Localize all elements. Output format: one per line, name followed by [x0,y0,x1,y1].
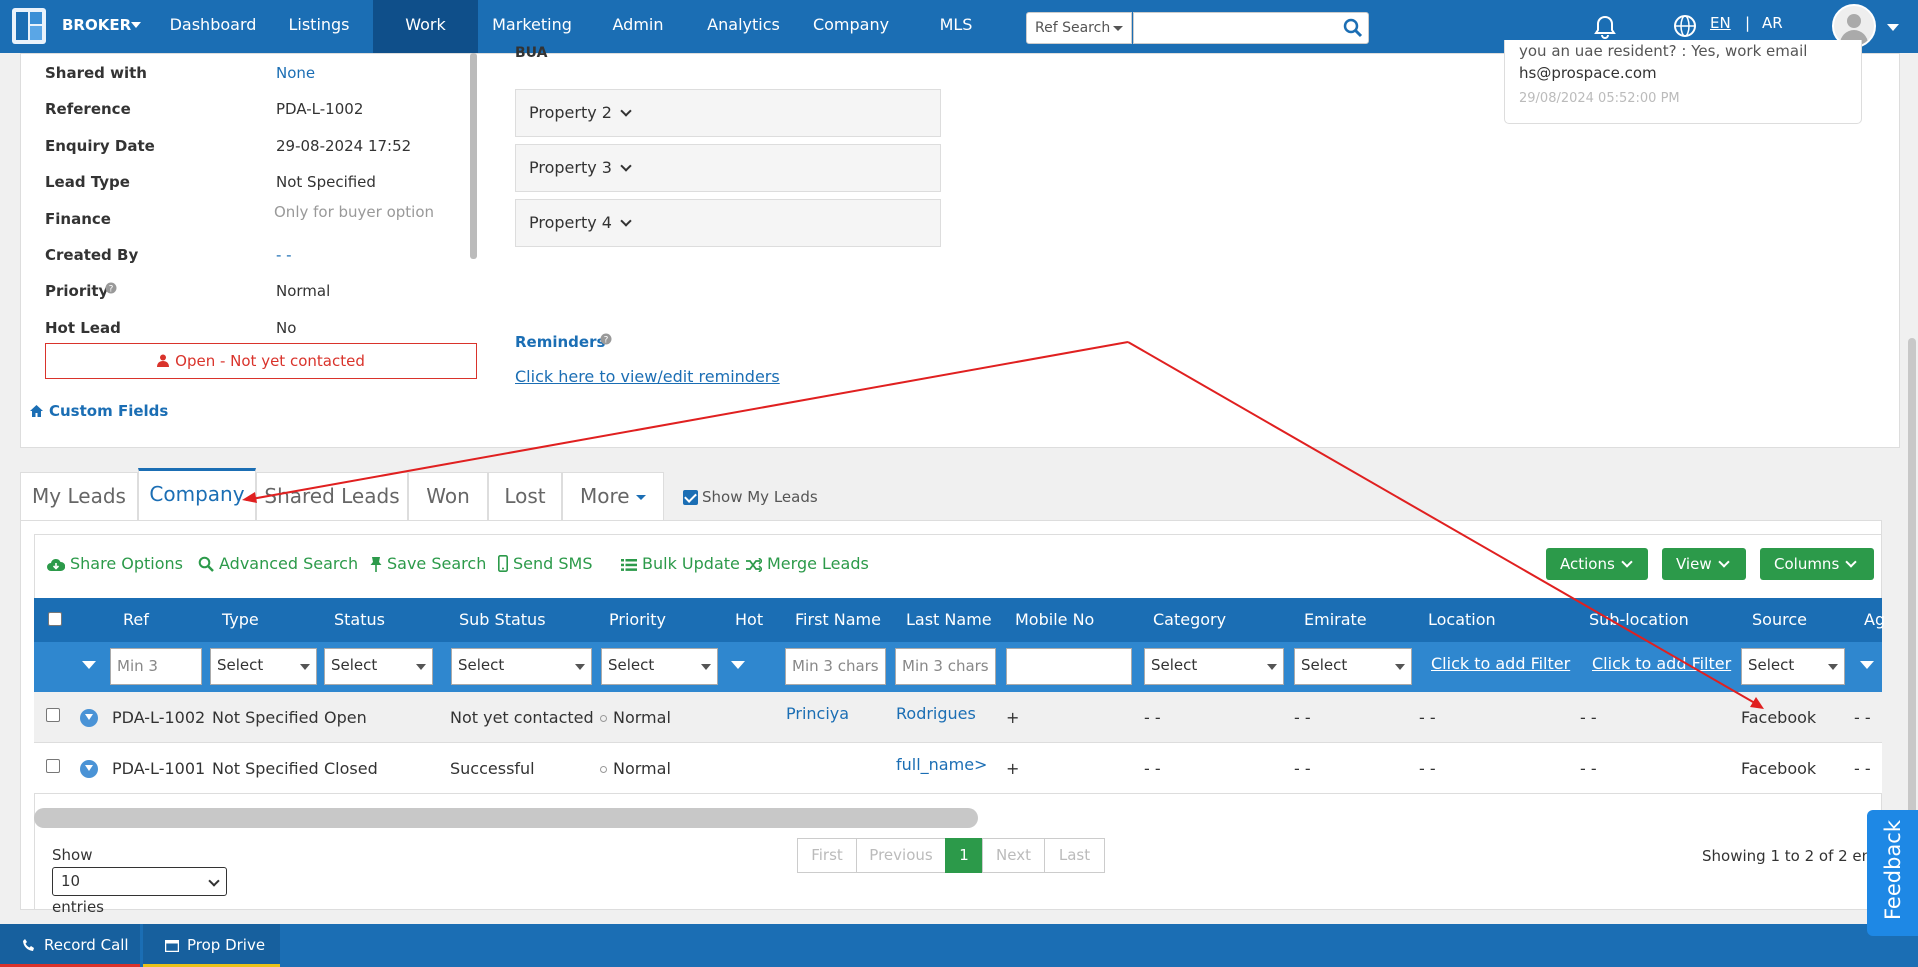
feedback-label: Feedback [1881,820,1905,921]
feedback-button[interactable]: Feedback [1867,810,1918,936]
record-call-label: Record Call [44,936,129,954]
record-call-button[interactable]: Record Call [0,924,140,967]
annotation-arrow-to-source [1127,341,1761,707]
annotation-arrows [242,341,1764,709]
arrow-head-icon [242,492,257,503]
arrow-head-icon [1750,697,1764,709]
prop-drive-button[interactable]: Prop Drive [143,924,280,967]
page-vertical-scrollbar[interactable] [1908,338,1916,858]
drive-icon [164,939,180,953]
bottom-bar: Record Call Prop Drive [0,924,1918,967]
phone-icon [23,939,34,951]
annotation-arrow-to-company-tab [245,341,1129,501]
prop-drive-label: Prop Drive [187,936,266,954]
